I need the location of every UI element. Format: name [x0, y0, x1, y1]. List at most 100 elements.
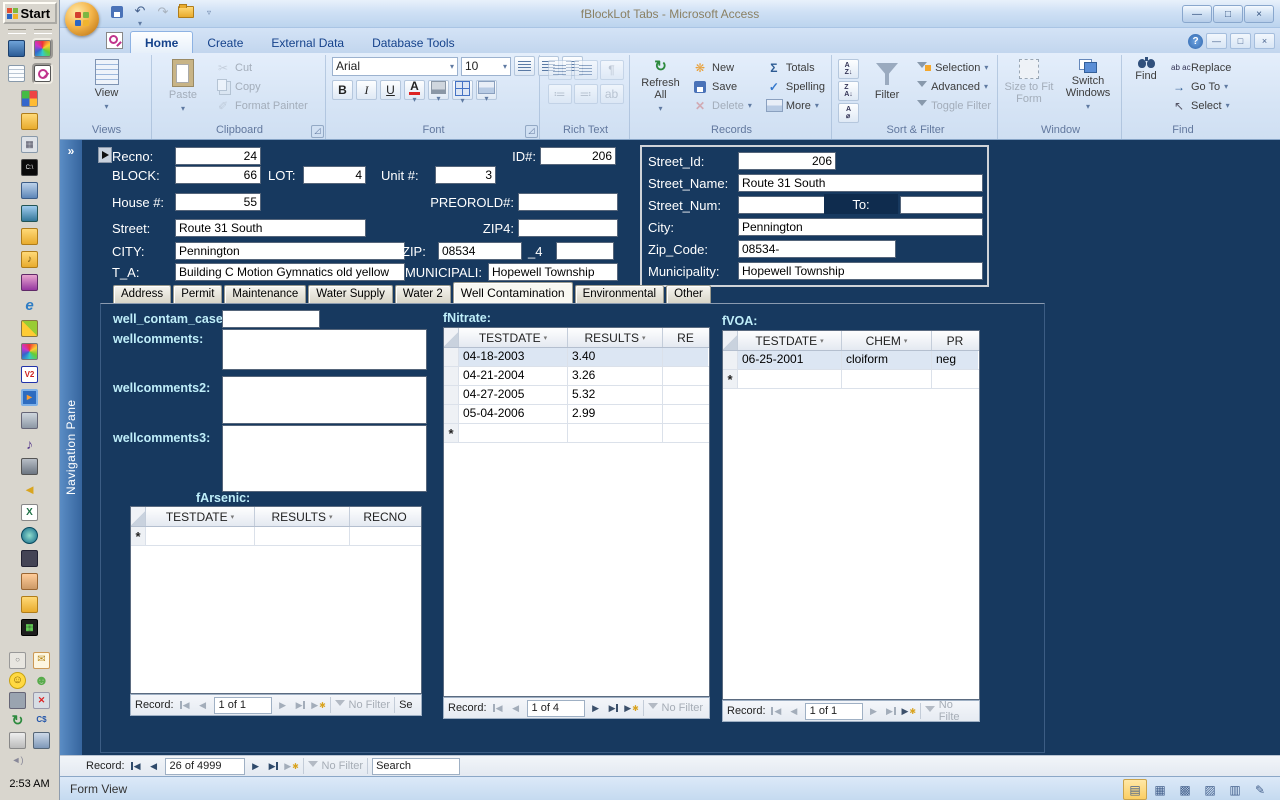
panel-city-field[interactable]: Pennington: [738, 218, 983, 236]
municipali-field[interactable]: Hopewell Township: [488, 263, 618, 281]
pivottable-view-button[interactable]: ▩: [1173, 779, 1197, 800]
text-direction-button[interactable]: ¶: [600, 60, 624, 80]
nitrate-results-header[interactable]: RESULTS▾: [568, 328, 663, 347]
select-all-corner[interactable]: [723, 331, 738, 350]
arsenic-testdate-header[interactable]: TESTDATE▾: [146, 507, 255, 526]
media-player-icon[interactable]: [21, 389, 38, 406]
child-minimize-button[interactable]: —: [1206, 33, 1227, 49]
messenger-icon[interactable]: [33, 672, 50, 689]
arsenic-recno-header[interactable]: RECNO: [350, 507, 420, 526]
table-row[interactable]: 04-21-20043.26: [444, 367, 709, 386]
search-input[interactable]: Search: [372, 758, 460, 775]
child-restore-button[interactable]: □: [1230, 33, 1251, 49]
well-contam-case-field[interactable]: [222, 310, 320, 328]
underline-button[interactable]: U: [380, 80, 401, 100]
zip-field[interactable]: 08534: [438, 242, 522, 260]
ribbon-tab-database-tools[interactable]: Database Tools: [358, 32, 469, 53]
new-record-row[interactable]: *: [131, 527, 421, 546]
no-filter-indicator[interactable]: No Filter: [335, 699, 391, 711]
ribbon-tab-create[interactable]: Create: [193, 32, 257, 53]
street-name-field[interactable]: Route 31 South: [738, 174, 983, 192]
mail-alert-icon[interactable]: [33, 652, 50, 669]
record-position[interactable]: 26 of 4999: [165, 758, 245, 775]
zip-code-field[interactable]: 08534-: [738, 240, 896, 258]
clipboard-dialog-launcher-icon[interactable]: ◿: [311, 125, 324, 138]
tray-expand-icon[interactable]: [9, 652, 26, 669]
puzzle-icon[interactable]: [21, 320, 38, 337]
radio-icon[interactable]: [21, 458, 38, 475]
wellcomments-field[interactable]: [222, 329, 427, 370]
excel-doc-icon[interactable]: [21, 504, 38, 521]
font-size-combo[interactable]: 10▾: [461, 57, 511, 76]
ribbon-tab-external-data[interactable]: External Data: [257, 32, 358, 53]
show-desktop-icon[interactable]: [8, 40, 25, 57]
my-computer-icon[interactable]: [21, 182, 38, 199]
first-record-button[interactable]: ◀: [178, 698, 192, 712]
tab-water-2[interactable]: Water 2: [395, 285, 451, 303]
voa-pr-header[interactable]: PR: [932, 331, 978, 350]
new-record-button[interactable]: ▶: [902, 704, 916, 718]
previous-record-button[interactable]: ◀: [147, 759, 161, 773]
last-record-button[interactable]: ▶: [607, 701, 621, 715]
first-record-button[interactable]: ◀: [770, 704, 784, 718]
new-record-ribbon-button[interactable]: New: [690, 59, 754, 76]
view-button[interactable]: View▾: [82, 56, 132, 113]
search-label[interactable]: Se: [399, 699, 412, 711]
help-icon[interactable]: ?: [1188, 34, 1203, 49]
movie-maker-icon[interactable]: [21, 274, 38, 291]
bullets-button[interactable]: ≕: [574, 84, 598, 104]
tab-other[interactable]: Other: [666, 285, 711, 303]
paint-app-icon[interactable]: [34, 40, 51, 57]
totals-button[interactable]: ΣTotals: [764, 59, 827, 76]
black-calculator-icon[interactable]: [21, 619, 38, 636]
new-record-star-icon[interactable]: *: [723, 370, 738, 388]
record-position[interactable]: 1 of 1: [805, 703, 863, 720]
next-record-button[interactable]: ▶: [249, 759, 263, 773]
no-filter-indicator[interactable]: No Filter: [648, 702, 704, 714]
house-field[interactable]: 55: [175, 193, 261, 211]
new-record-button[interactable]: ▶: [285, 759, 299, 773]
selection-button[interactable]: Selection▾: [915, 59, 993, 76]
currency-icon[interactable]: [33, 712, 50, 729]
media-folder-icon[interactable]: [21, 251, 38, 268]
ta-field[interactable]: Building C Motion Gymnatics old yellow: [175, 263, 405, 281]
increase-indent-button[interactable]: [574, 60, 598, 80]
font-name-combo[interactable]: Arial▾: [332, 57, 458, 76]
internet-explorer-icon[interactable]: [21, 297, 38, 314]
table-row[interactable]: 04-18-20033.40: [444, 348, 709, 367]
last-record-button[interactable]: ▶: [884, 704, 898, 718]
minimize-button[interactable]: —: [1182, 5, 1212, 23]
goto-button[interactable]: →Go To▾: [1169, 78, 1233, 95]
network-globe-icon[interactable]: [33, 732, 50, 749]
record-position[interactable]: 1 of 4: [527, 700, 585, 717]
next-record-button[interactable]: ▶: [867, 704, 881, 718]
record-position[interactable]: 1 of 1: [214, 697, 272, 714]
nitrate-recno-header[interactable]: RE: [663, 328, 708, 347]
new-record-row[interactable]: *: [444, 424, 709, 443]
bold-button[interactable]: B: [332, 80, 353, 100]
select-all-corner[interactable]: [444, 328, 459, 347]
tab-well-contamination[interactable]: Well Contamination: [453, 282, 573, 303]
paste-button[interactable]: Paste▾: [158, 56, 208, 115]
form-system-icon[interactable]: [106, 32, 123, 49]
format-painter-button[interactable]: Format Painter: [213, 97, 310, 114]
select-all-corner[interactable]: [131, 507, 146, 526]
cut-button[interactable]: Cut: [213, 59, 310, 76]
tab-water-supply[interactable]: Water Supply: [308, 285, 393, 303]
row-selector[interactable]: [444, 386, 459, 404]
select-button[interactable]: ↖Select▾: [1169, 97, 1233, 114]
pda-sync-icon[interactable]: [9, 692, 26, 709]
pivotchart-view-button[interactable]: ▨: [1198, 779, 1222, 800]
block-field[interactable]: 66: [175, 166, 261, 184]
street-field[interactable]: Route 31 South: [175, 219, 366, 237]
new-record-button[interactable]: ▶: [312, 698, 326, 712]
delete-button[interactable]: ✕Delete▾: [690, 97, 754, 114]
zip4-field[interactable]: [518, 219, 618, 237]
tab-address[interactable]: Address: [113, 285, 171, 303]
municipality-field[interactable]: Hopewell Township: [738, 262, 983, 280]
tab-permit[interactable]: Permit: [173, 285, 222, 303]
layout-view-button[interactable]: ▥: [1223, 779, 1247, 800]
street-id-field[interactable]: 206: [738, 152, 836, 170]
voa-testdate-header[interactable]: TESTDATE▾: [738, 331, 842, 350]
access-app-icon[interactable]: [34, 65, 51, 82]
